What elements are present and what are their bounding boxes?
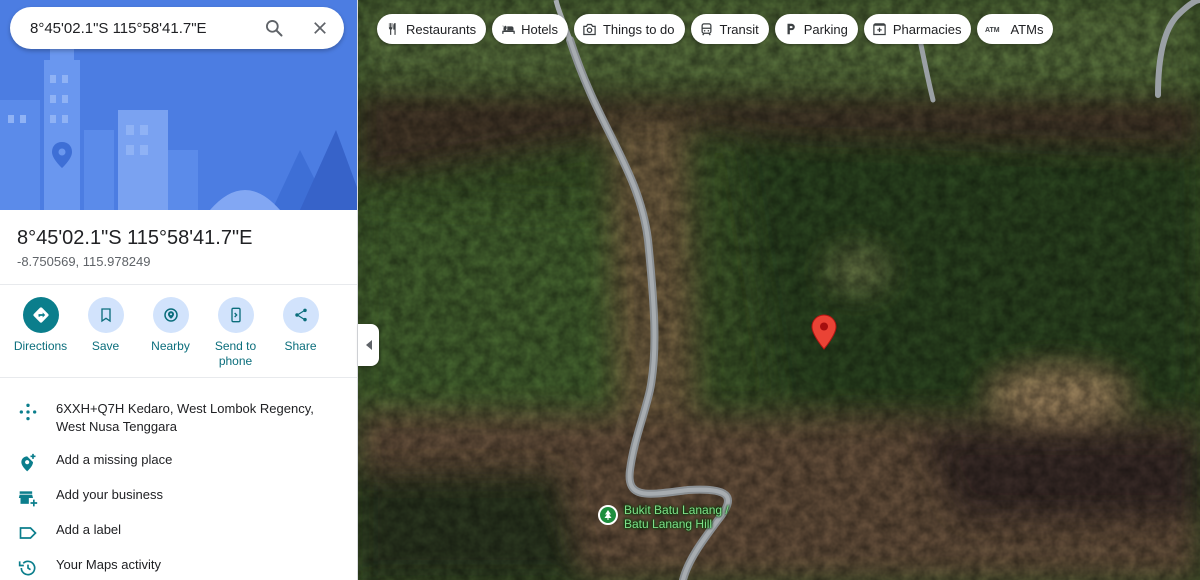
- camera-icon: [582, 21, 598, 37]
- park-icon: [598, 505, 618, 525]
- location-pin-icon[interactable]: [811, 314, 837, 350]
- divider: [0, 377, 357, 378]
- transit-icon: [699, 21, 715, 37]
- search-input[interactable]: [30, 19, 250, 37]
- directions-label: Directions: [13, 339, 68, 353]
- decimal-coordinates: -8.750569, 115.978249: [17, 254, 151, 269]
- maps-activity-row[interactable]: Your Maps activity: [0, 556, 357, 578]
- label-icon: [0, 521, 56, 543]
- add-business-text: Add your business: [56, 487, 163, 502]
- directions-button[interactable]: Directions: [8, 297, 73, 369]
- chip-label: Hotels: [521, 21, 558, 37]
- chip-atms[interactable]: ATM ATMs: [977, 14, 1054, 44]
- search-box[interactable]: [10, 7, 344, 49]
- add-business-row[interactable]: Add your business: [0, 486, 357, 508]
- chip-label: ATMs: [1010, 21, 1044, 37]
- add-label-row[interactable]: Add a label: [0, 521, 357, 543]
- parking-icon: [783, 21, 799, 37]
- send-to-phone-label: Send to phone: [214, 339, 257, 368]
- nearby-label: Nearby: [151, 339, 190, 353]
- chip-parking[interactable]: Parking: [774, 14, 858, 44]
- chevron-left-icon: [365, 340, 372, 350]
- place-title: 8°45'02.1"S 115°58'41.7"E: [17, 227, 253, 249]
- add-location-icon: [0, 451, 56, 473]
- chip-label: Restaurants: [406, 21, 477, 37]
- poi-marker[interactable]: Bukit Batu Lanang / Batu Lanang Hill: [598, 503, 734, 531]
- chip-pharmacies[interactable]: Pharmacies: [863, 14, 972, 44]
- add-label-text: Add a label: [56, 522, 122, 537]
- plus-code-text: 6XXH+Q7H Kedaro, West Lombok Regency, We…: [56, 401, 314, 434]
- send-to-phone-button[interactable]: Send to phone: [203, 297, 268, 369]
- atm-icon: ATM: [985, 21, 1005, 37]
- chip-label: Pharmacies: [892, 21, 962, 37]
- add-missing-place-row[interactable]: Add a missing place: [0, 451, 357, 473]
- save-label: Save: [91, 339, 120, 353]
- send-to-phone-icon: [217, 297, 254, 333]
- directions-icon: [22, 297, 59, 333]
- share-button[interactable]: Share: [268, 297, 333, 369]
- chip-label: Transit: [719, 21, 759, 37]
- hotel-icon: [500, 21, 516, 37]
- nearby-icon: [152, 297, 189, 333]
- chip-transit[interactable]: Transit: [690, 14, 769, 44]
- restaurant-icon: [385, 21, 401, 37]
- satellite-map[interactable]: [358, 0, 1200, 580]
- close-icon[interactable]: [308, 16, 332, 40]
- bookmark-icon: [87, 297, 124, 333]
- save-button[interactable]: Save: [73, 297, 138, 369]
- poi-label: Bukit Batu Lanang / Batu Lanang Hill: [624, 503, 729, 531]
- category-chips: Restaurants Hotels Things to do Transit …: [377, 14, 1054, 44]
- share-label: Share: [284, 339, 317, 353]
- svg-text:ATM: ATM: [985, 27, 1000, 34]
- action-bar: Directions Save Nearby Send to phone Sha…: [8, 297, 350, 369]
- chip-hotels[interactable]: Hotels: [492, 14, 568, 44]
- add-business-icon: [0, 486, 56, 508]
- history-icon: [0, 556, 56, 578]
- chip-restaurants[interactable]: Restaurants: [377, 14, 487, 44]
- side-panel: 8°45'02.1"S 115°58'41.7"E -8.750569, 115…: [0, 0, 358, 580]
- search-icon[interactable]: [262, 16, 286, 40]
- share-icon: [282, 297, 319, 333]
- collapse-panel-button[interactable]: [358, 324, 379, 366]
- chip-things-to-do[interactable]: Things to do: [573, 14, 685, 44]
- maps-activity-text: Your Maps activity: [56, 557, 162, 572]
- chip-label: Parking: [803, 21, 848, 37]
- nearby-button[interactable]: Nearby: [138, 297, 203, 369]
- divider: [0, 284, 357, 285]
- plus-code-icon: [0, 400, 56, 422]
- pharmacy-icon: [872, 21, 888, 37]
- chip-label: Things to do: [602, 21, 675, 37]
- plus-code-row[interactable]: 6XXH+Q7H Kedaro, West Lombok Regency, We…: [0, 400, 357, 436]
- add-missing-place-text: Add a missing place: [56, 452, 173, 467]
